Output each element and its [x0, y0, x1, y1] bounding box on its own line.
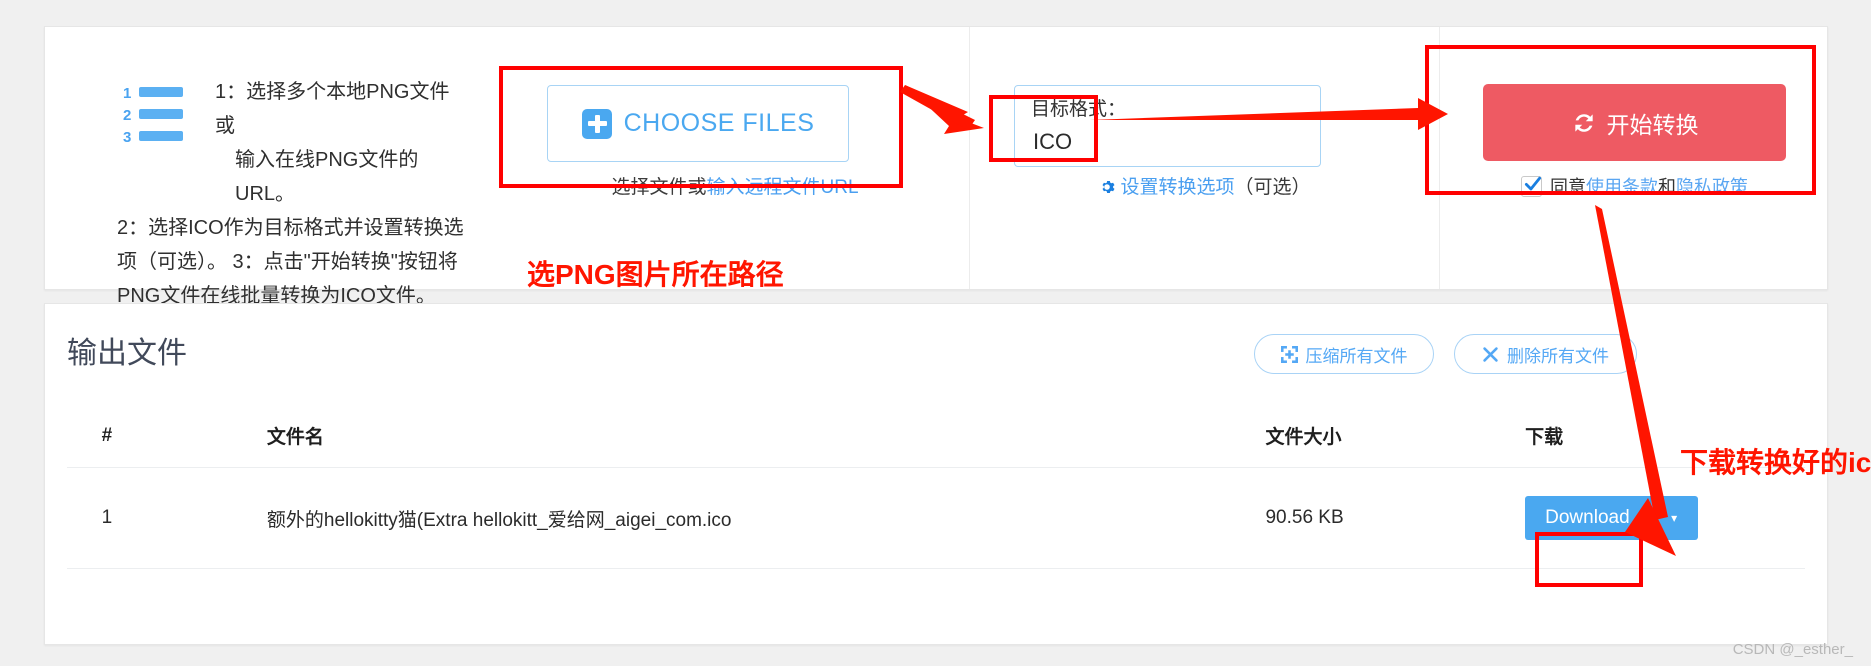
output-files-panel: 输出文件 压缩所有文件 删除所有文件 # 文件名 文件大小 下载 1 额外的he…	[44, 303, 1828, 645]
agree-checkbox[interactable]	[1521, 175, 1542, 197]
annotation-text-choose-path: 选PNG图片所在路径	[527, 259, 784, 290]
agree-terms-row: 同意 使用条款和隐私政策	[1483, 173, 1786, 199]
start-convert-label: 开始转换	[1606, 111, 1699, 138]
page-root: 1 2 3 1：选择多个本地PNG文件或 输入在线PNG文件的URL。 2：选择…	[0, 0, 1871, 666]
table-row: 1 额外的hellokitty猫(Extra hellokitt_爱给网_aig…	[67, 467, 1805, 569]
conversion-settings-link[interactable]: 设置转换选项	[1120, 177, 1234, 198]
close-icon	[1482, 346, 1499, 363]
agree-prefix: 同意	[1550, 177, 1586, 197]
zip-all-files-button[interactable]: 压缩所有文件	[1254, 334, 1434, 374]
table-header-row: # 文件名 文件大小 下载	[67, 404, 1805, 468]
choose-files-subtext: 选择文件或输入远程文件URL	[500, 172, 970, 199]
annotation-text-download-ico: 下载转换好的ic	[1680, 447, 1871, 478]
conversion-settings-optional: （可选）	[1234, 177, 1311, 198]
choose-files-label: CHOOSE FILES	[623, 109, 815, 137]
gear-icon	[1099, 179, 1115, 195]
download-button[interactable]: Download	[1525, 496, 1650, 540]
output-files-table: # 文件名 文件大小 下载 1 额外的hellokitty猫(Extra hel…	[67, 404, 1805, 569]
plus-icon	[581, 108, 612, 139]
refresh-icon	[1571, 110, 1597, 136]
download-dropdown-caret[interactable]: ▾	[1649, 496, 1698, 540]
column-header-index: #	[67, 404, 147, 468]
instruction-rest: 2：选择ICO作为目标格式并设置转换选项（可选）。 3：点击"开始转换"按钮将P…	[117, 217, 464, 307]
remote-url-link[interactable]: 输入远程文件URL	[707, 177, 859, 198]
compress-icon	[1280, 345, 1298, 363]
watermark: CSDN @_esther_	[1732, 641, 1853, 658]
column-header-filename: 文件名	[146, 404, 1266, 468]
download-button-group: Download ▾	[1525, 496, 1698, 540]
zip-all-files-label: 压缩所有文件	[1305, 346, 1408, 366]
row-index: 1	[67, 467, 147, 569]
instructions-column: 1 2 3 1：选择多个本地PNG文件或 输入在线PNG文件的URL。 2：选择…	[45, 27, 500, 307]
delete-all-files-button[interactable]: 删除所有文件	[1454, 334, 1637, 374]
row-download-cell: Download ▾	[1525, 467, 1805, 569]
agree-conjunction: 和	[1658, 177, 1676, 197]
start-convert-button[interactable]: 开始转换	[1483, 84, 1786, 161]
choose-files-button[interactable]: CHOOSE FILES	[547, 85, 849, 162]
target-format-label: 目标格式：	[1031, 99, 1127, 120]
converter-panel: 1 2 3 1：选择多个本地PNG文件或 输入在线PNG文件的URL。 2：选择…	[44, 26, 1828, 307]
target-format-value: ICO	[1033, 129, 1073, 154]
column-header-filesize: 文件大小	[1265, 404, 1526, 468]
delete-all-files-label: 删除所有文件	[1507, 346, 1609, 366]
terms-of-use-link[interactable]: 使用条款	[1586, 173, 1658, 199]
conversion-settings-row: 设置转换选项（可选）	[970, 172, 1440, 199]
row-filesize: 90.56 KB	[1265, 467, 1526, 569]
choose-files-subtext-static: 选择文件或	[611, 177, 707, 198]
instruction-line-1: 1：选择多个本地PNG文件或	[215, 81, 450, 137]
privacy-policy-link[interactable]: 隐私政策	[1676, 173, 1748, 199]
target-format-box[interactable]: 目标格式： ICO	[1014, 85, 1321, 167]
output-files-title: 输出文件	[67, 337, 187, 370]
row-filename: 额外的hellokitty猫(Extra hellokitt_爱给网_aigei…	[146, 467, 1266, 569]
instructions-text: 1：选择多个本地PNG文件或 输入在线PNG文件的URL。 2：选择ICO作为目…	[117, 75, 467, 313]
instruction-line-2: 输入在线PNG文件的URL。	[235, 149, 419, 205]
